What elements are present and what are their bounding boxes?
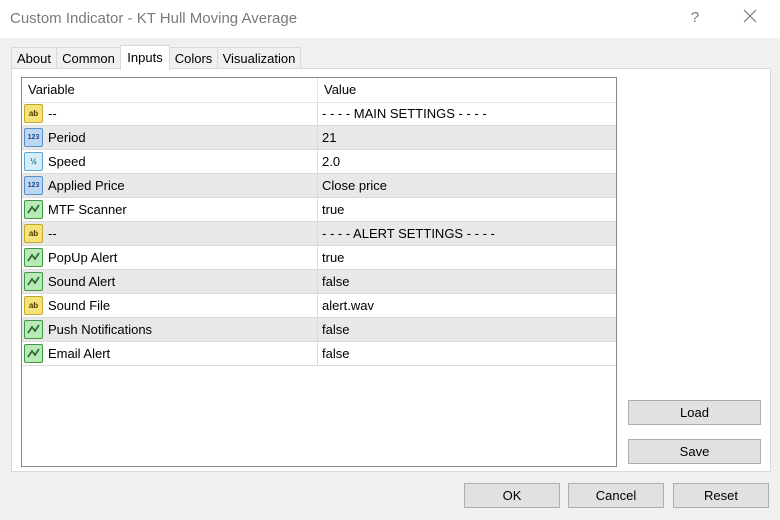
close-button[interactable]	[735, 6, 765, 30]
boolean-type-icon	[24, 248, 43, 267]
boolean-type-icon	[24, 272, 43, 291]
integer-type-icon: 123	[24, 128, 43, 147]
column-header-variable[interactable]: Variable	[22, 78, 317, 102]
table-row[interactable]: ab Sound File alert.wav	[22, 294, 616, 318]
help-button[interactable]: ?	[683, 6, 707, 30]
variable-value[interactable]: Close price	[322, 174, 387, 197]
variable-name: --	[48, 226, 57, 241]
boolean-type-icon	[24, 344, 43, 363]
table-row[interactable]: 123 Period 21	[22, 126, 616, 150]
variable-name: Push Notifications	[48, 322, 153, 337]
variable-value[interactable]: false	[322, 318, 349, 341]
tab-about[interactable]: About	[11, 47, 57, 68]
window-title: Custom Indicator - KT Hull Moving Averag…	[10, 10, 298, 27]
table-row[interactable]: ab -- - - - - ALERT SETTINGS - - - -	[22, 222, 616, 246]
reset-button[interactable]: Reset	[673, 483, 769, 508]
table-row[interactable]: Sound Alert false	[22, 270, 616, 294]
variable-name: PopUp Alert	[48, 250, 118, 265]
save-button[interactable]: Save	[628, 439, 761, 464]
load-button[interactable]: Load	[628, 400, 761, 425]
variable-value[interactable]: - - - - ALERT SETTINGS - - - -	[322, 222, 495, 245]
table-row[interactable]: ½ Speed 2.0	[22, 150, 616, 174]
tab-inputs[interactable]: Inputs	[120, 45, 170, 70]
variable-value[interactable]: true	[322, 246, 344, 269]
grid-header: Variable Value	[22, 78, 616, 103]
boolean-type-icon	[24, 320, 43, 339]
inputs-grid: Variable Value ab -- - - - - MAIN SETTIN…	[21, 77, 617, 467]
variable-name: Sound Alert	[48, 274, 116, 289]
string-type-icon: ab	[24, 296, 43, 315]
tab-colors[interactable]: Colors	[169, 47, 218, 68]
title-bar: Custom Indicator - KT Hull Moving Averag…	[0, 0, 780, 38]
ok-button[interactable]: OK	[464, 483, 560, 508]
variable-name: Sound File	[48, 298, 111, 313]
table-row[interactable]: ab -- - - - - MAIN SETTINGS - - - -	[22, 102, 616, 126]
table-row[interactable]: Email Alert false	[22, 342, 616, 366]
table-row[interactable]: 123 Applied Price Close price	[22, 174, 616, 198]
cancel-button[interactable]: Cancel	[568, 483, 664, 508]
table-row[interactable]: MTF Scanner true	[22, 198, 616, 222]
variable-name: Speed	[48, 154, 86, 169]
integer-type-icon: 123	[24, 176, 43, 195]
variable-value[interactable]: 2.0	[322, 150, 340, 173]
boolean-type-icon	[24, 200, 43, 219]
tab-visualization[interactable]: Visualization	[217, 47, 301, 68]
variable-name: MTF Scanner	[48, 202, 127, 217]
double-type-icon: ½	[24, 152, 43, 171]
string-type-icon: ab	[24, 224, 43, 243]
variable-value[interactable]: false	[322, 270, 349, 293]
variable-value[interactable]: alert.wav	[322, 294, 374, 317]
variable-value[interactable]: false	[322, 342, 349, 365]
variable-name: Applied Price	[48, 178, 125, 193]
table-row[interactable]: Push Notifications false	[22, 318, 616, 342]
tab-common[interactable]: Common	[56, 47, 121, 68]
variable-value[interactable]: - - - - MAIN SETTINGS - - - -	[322, 102, 487, 125]
variable-value[interactable]: 21	[322, 126, 336, 149]
column-header-value[interactable]: Value	[318, 78, 616, 102]
variable-name: --	[48, 106, 57, 121]
variable-name: Email Alert	[48, 346, 111, 361]
table-row[interactable]: PopUp Alert true	[22, 246, 616, 270]
string-type-icon: ab	[24, 104, 43, 123]
close-icon	[743, 9, 757, 23]
variable-value[interactable]: true	[322, 198, 344, 221]
variable-name: Period	[48, 130, 86, 145]
